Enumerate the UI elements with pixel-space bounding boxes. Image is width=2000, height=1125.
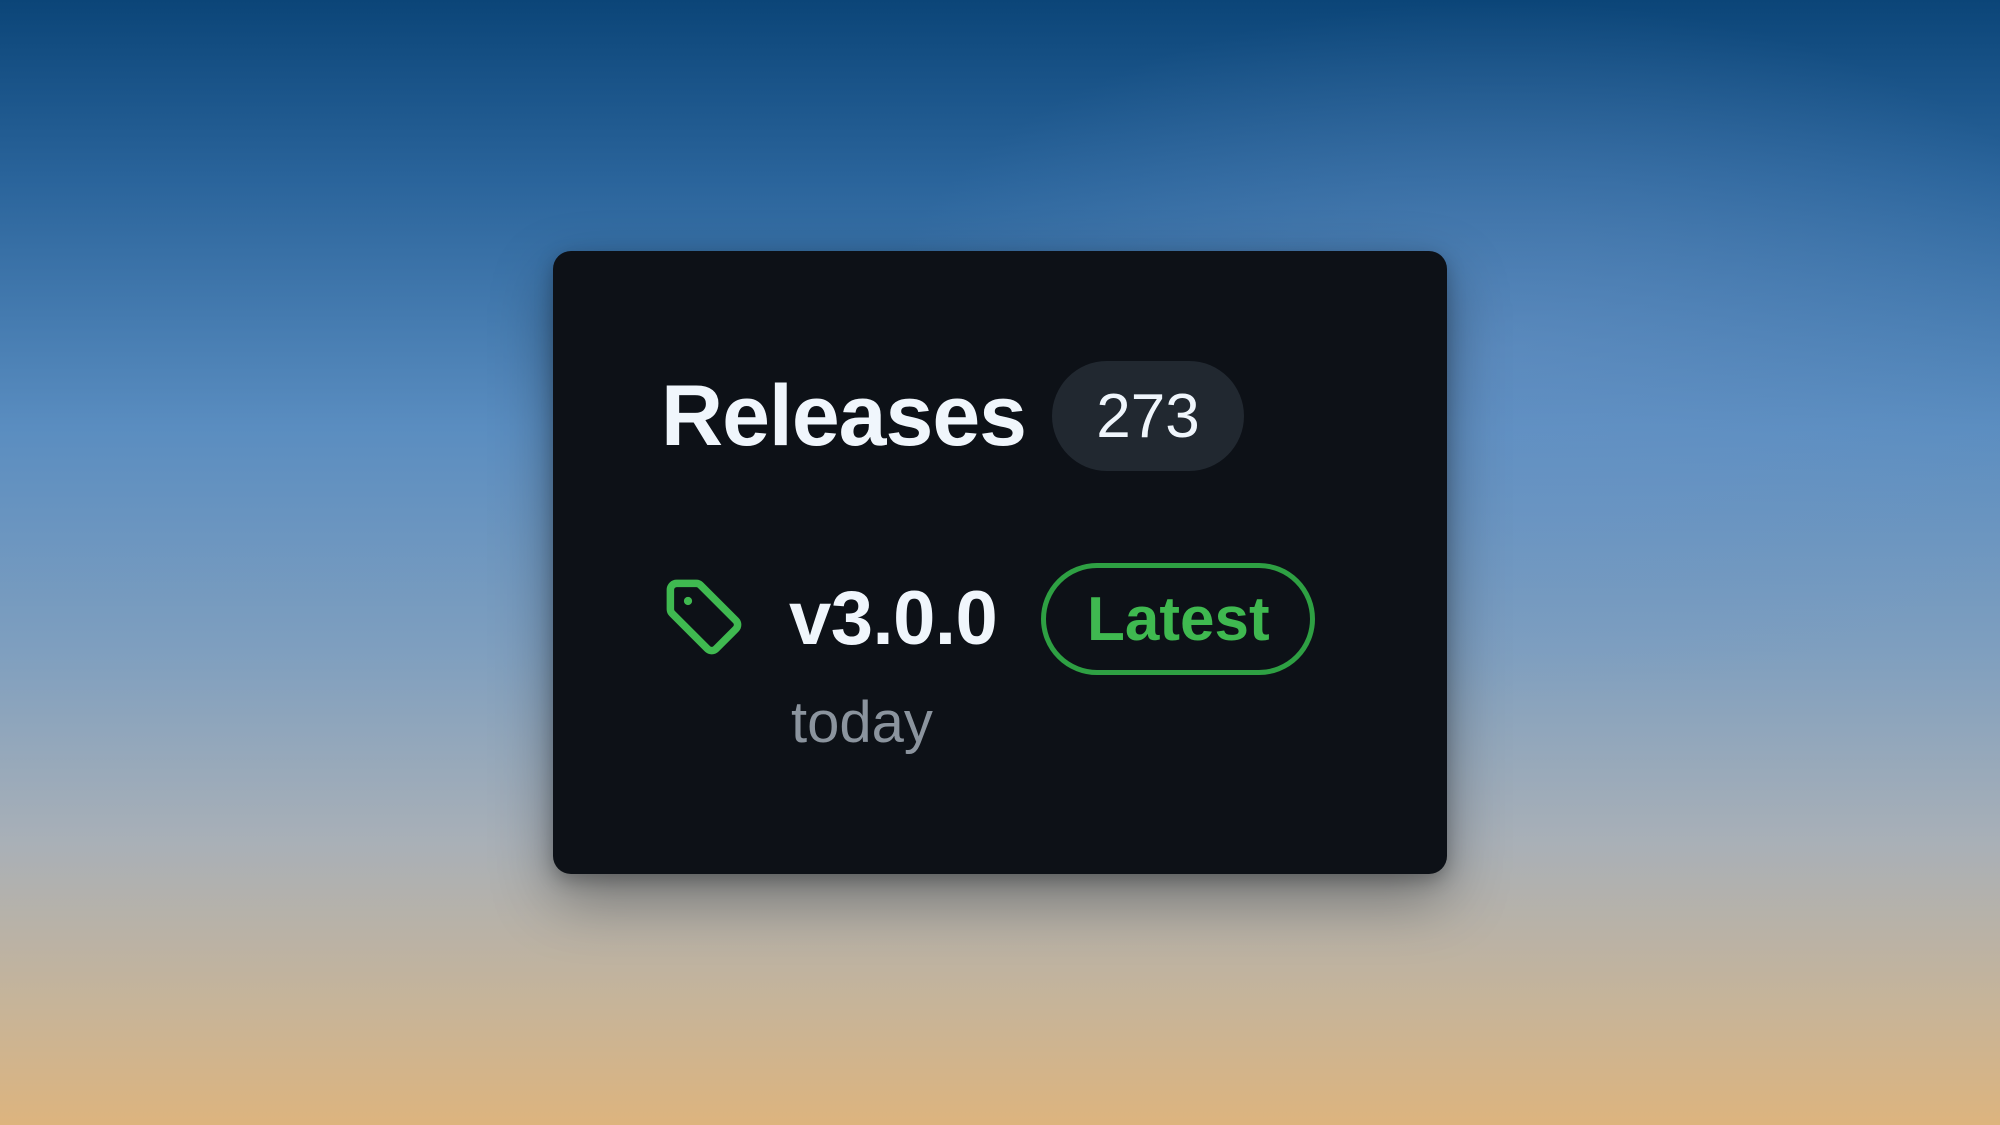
release-date: today xyxy=(791,690,933,755)
releases-count-badge: 273 xyxy=(1051,361,1244,471)
tag-icon xyxy=(661,574,751,664)
latest-release-row[interactable]: v3.0.0 Latest xyxy=(661,561,1316,677)
release-version[interactable]: v3.0.0 xyxy=(789,581,998,657)
releases-title[interactable]: Releases xyxy=(661,373,1027,459)
releases-header[interactable]: Releases 273 xyxy=(661,361,1244,471)
latest-badge: Latest xyxy=(1041,563,1316,675)
releases-card: Releases 273 v3.0.0 Latest today xyxy=(553,251,1447,874)
